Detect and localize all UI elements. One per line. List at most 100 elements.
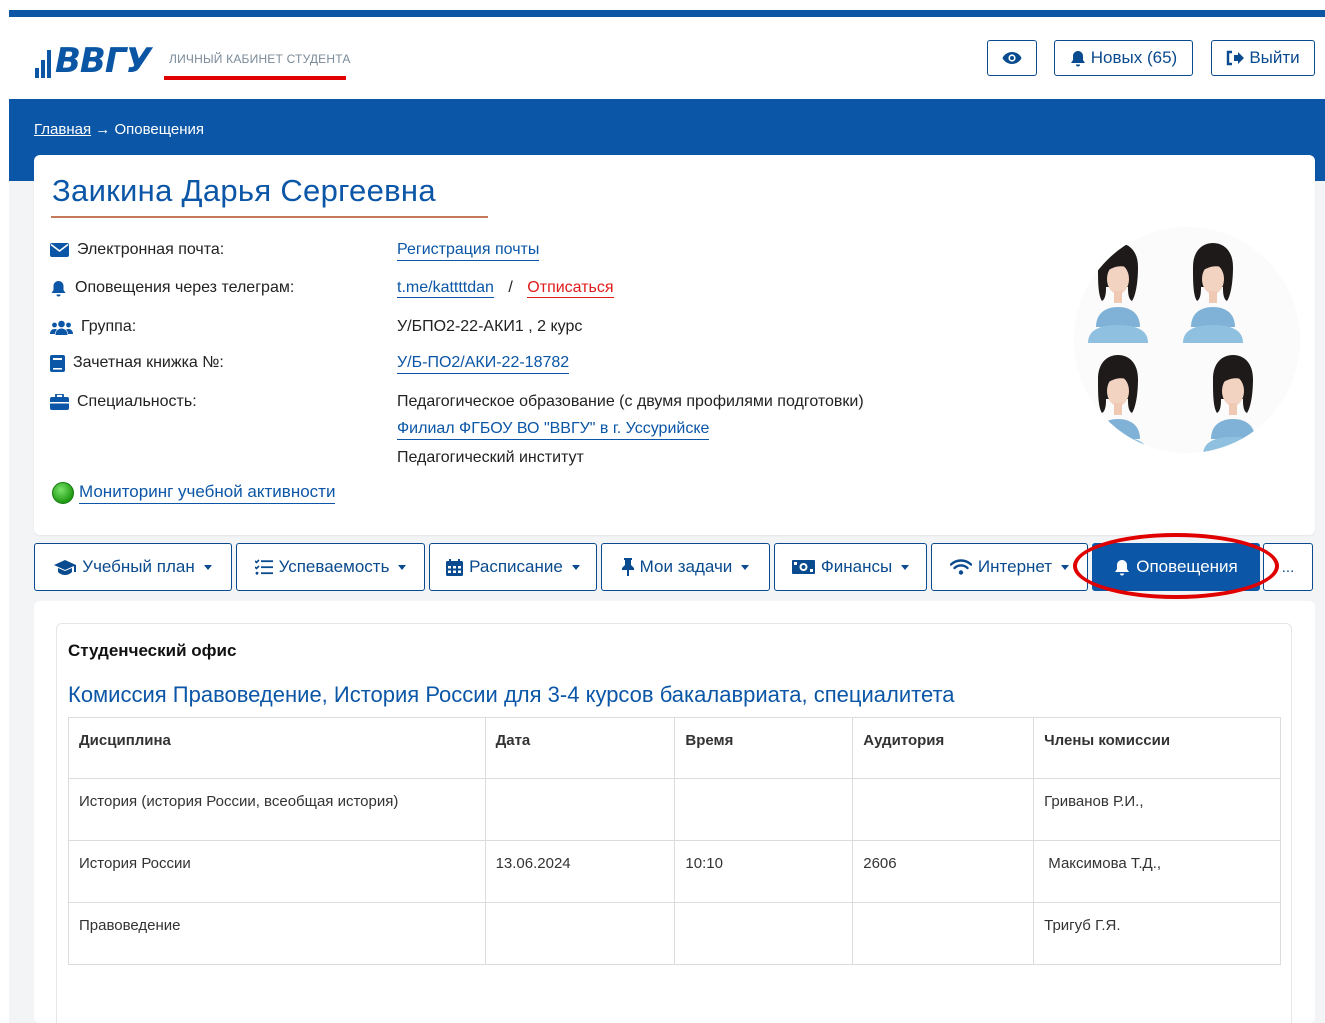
col-time: Время (674, 717, 854, 779)
new-notifications-button[interactable]: Новых (65) (1054, 40, 1193, 76)
group-value: У/БПО2-22-АКИ1 , 2 курс (397, 318, 583, 335)
unsubscribe-link[interactable]: Отписаться (527, 279, 614, 298)
wifi-icon (949, 559, 972, 575)
cell-time (674, 902, 854, 965)
cell-discipline: История России (68, 840, 486, 903)
branch-link[interactable]: Филиал ФГБОУ ВО "ВВГУ" в г. Уссурийске (397, 420, 710, 440)
sign-out-icon (1227, 50, 1245, 66)
nav-more-label: ... (1281, 558, 1295, 576)
col-room: Аудитория (852, 717, 1035, 779)
monitoring-row: Мониторинг учебной активности (52, 482, 336, 504)
caret-down-icon (398, 564, 407, 570)
cabinet-red-underline (164, 76, 346, 80)
nav-internet-label: Интернет (977, 557, 1053, 576)
envelope-icon (50, 243, 69, 257)
cell-members: Максимова Т.Д., (1033, 840, 1281, 903)
nav-performance[interactable]: Успеваемость (236, 543, 425, 591)
record-book-label: Зачетная книжка №: (73, 354, 224, 371)
institute-value: Педагогический институт (397, 449, 584, 466)
nav-finances-label: Финансы (820, 557, 893, 576)
logo[interactable]: ВВГУ (35, 42, 152, 78)
telegram-row: Оповещения через телеграм: (50, 279, 294, 297)
visibility-button[interactable] (987, 40, 1037, 76)
name-underline (51, 216, 488, 218)
telegram-values: t.me/kattttdan / Отписаться (397, 279, 614, 298)
cell-discipline: Правоведение (68, 902, 486, 965)
nav-finances[interactable]: Финансы (774, 543, 927, 591)
commission-table: Дисциплина Дата Время Аудитория Члены ко… (68, 717, 1281, 965)
header: ВВГУ ЛИЧНЫЙ КАБИНЕТ СТУДЕНТА Новых (65) … (9, 17, 1325, 99)
money-bill-icon (791, 560, 815, 574)
list-check-icon (254, 559, 273, 575)
caret-down-icon (203, 564, 212, 570)
book-icon (50, 354, 65, 372)
cell-room: 2606 (852, 840, 1035, 903)
logout-button[interactable]: Выйти (1211, 40, 1315, 76)
nav-notifications[interactable]: Оповещения (1092, 543, 1260, 591)
cell-time: 10:10 (674, 840, 854, 903)
eye-icon (1002, 52, 1022, 64)
nav-my-tasks[interactable]: Мои задачи (601, 543, 770, 591)
telegram-link[interactable]: t.me/kattttdan (397, 279, 494, 298)
speciality-value: Педагогическое образование (с двумя проф… (397, 393, 864, 410)
cell-date (484, 902, 676, 965)
office-title: Студенческий офис (68, 641, 237, 660)
caret-down-icon (741, 564, 750, 570)
telegram-label: Оповещения через телеграм: (75, 279, 295, 296)
student-name: Заикина Дарья Сергеевна (52, 173, 436, 208)
calendar-icon (446, 558, 464, 576)
speciality-label: Специальность: (77, 393, 197, 410)
new-notifications-label: Новых (65) (1090, 48, 1178, 67)
nav-schedule-label: Расписание (469, 557, 563, 576)
content-card: Студенческий офис Комиссия Правоведение,… (34, 601, 1315, 1023)
breadcrumb-current: Оповещения (114, 121, 205, 138)
profile-card: Заикина Дарья Сергеевна Электронная почт… (34, 155, 1315, 535)
table-header-row: Дисциплина Дата Время Аудитория Члены ко… (68, 717, 1281, 779)
nav-curriculum[interactable]: Учебный план (34, 543, 232, 591)
email-row: Электронная почта: (50, 241, 224, 259)
commission-title: Комиссия Правоведение, История России дл… (68, 682, 955, 707)
thumbtack-icon (621, 558, 634, 576)
email-registration-link[interactable]: Регистрация почты (397, 241, 540, 261)
group-row: Группа: (50, 318, 136, 336)
email-label: Электронная почта: (77, 241, 225, 258)
graduation-cap-icon (54, 559, 77, 575)
col-discipline: Дисциплина (68, 717, 486, 779)
cabinet-label: ЛИЧНЫЙ КАБИНЕТ СТУДЕНТА (169, 52, 351, 66)
cell-members: Тригуб Г.Я. (1033, 902, 1281, 965)
cell-members: Гриванов Р.И., (1033, 778, 1281, 841)
cell-discipline: История (история России, всеобщая истори… (68, 778, 486, 841)
caret-down-icon (901, 564, 910, 570)
record-book-link[interactable]: У/Б-ПО2/АКИ-22-18782 (397, 354, 570, 374)
logout-label: Выйти (1249, 48, 1300, 67)
cell-room (852, 902, 1035, 965)
nav-curriculum-label: Учебный план (82, 557, 195, 576)
nav-my-tasks-label: Мои задачи (639, 557, 733, 576)
nav-notifications-label: Оповещения (1136, 557, 1238, 576)
caret-down-icon (1061, 564, 1070, 570)
table-row: История (история России, всеобщая истори… (68, 778, 1281, 841)
nav-schedule[interactable]: Расписание (429, 543, 597, 591)
cell-room (852, 778, 1035, 841)
top-stripe (9, 10, 1325, 17)
bell-icon (1115, 559, 1130, 575)
users-icon (50, 320, 73, 335)
breadcrumb-home-link[interactable]: Главная (34, 121, 91, 138)
speciality-row: Специальность: (50, 393, 197, 411)
col-members: Члены комиссии (1033, 717, 1281, 779)
nav-performance-label: Успеваемость (278, 557, 390, 576)
group-label: Группа: (81, 318, 137, 335)
cell-date (484, 778, 676, 841)
nav-internet[interactable]: Интернет (931, 543, 1088, 591)
table-row: История России 13.06.2024 10:10 2606 Мак… (68, 840, 1281, 903)
telegram-separator: / (508, 279, 513, 296)
student-photo (1074, 227, 1300, 453)
monitoring-link[interactable]: Мониторинг учебной активности (79, 482, 336, 504)
breadcrumb-arrow: → (95, 121, 111, 138)
nav-more[interactable]: ... (1263, 543, 1313, 591)
bell-icon (51, 280, 66, 296)
breadcrumb: Главная → Оповещения (34, 121, 204, 138)
cell-date: 13.06.2024 (484, 840, 676, 903)
caret-down-icon (571, 564, 580, 570)
table-row: Правоведение Тригуб Г.Я. (68, 902, 1281, 965)
